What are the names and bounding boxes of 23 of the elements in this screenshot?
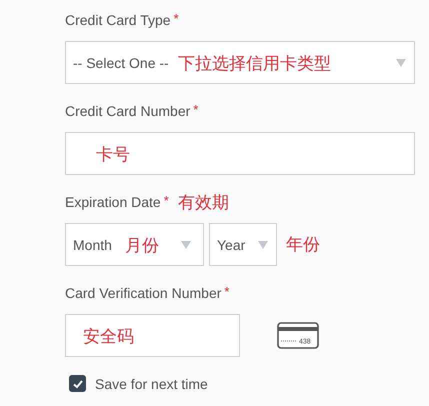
checkbox[interactable] <box>69 375 86 392</box>
annotation: 安全码 <box>83 326 134 348</box>
annotation: 有效期 <box>178 192 229 214</box>
caret-icon <box>258 240 268 248</box>
field-label: Credit Card Number <box>65 103 190 119</box>
select-field[interactable]: Year <box>209 223 277 266</box>
caret-icon <box>181 240 191 248</box>
checkbox-label[interactable]: Save for next time <box>95 376 208 392</box>
input-field[interactable] <box>65 132 415 175</box>
checkmark-icon <box>72 378 84 390</box>
field-label: Card Verification Number <box>65 285 222 301</box>
required-mark: * <box>193 102 198 117</box>
field-label: Credit Card Type <box>65 12 171 28</box>
field-label: Expiration Date <box>65 194 161 210</box>
annotation: 月份 <box>125 235 159 257</box>
annotation: 下拉选择信用卡类型 <box>178 53 331 75</box>
annotation: 卡号 <box>96 144 130 166</box>
input-field[interactable] <box>65 314 240 357</box>
caret-icon <box>396 58 406 66</box>
required-mark: * <box>164 193 169 208</box>
required-mark: * <box>174 11 179 26</box>
required-mark: * <box>224 284 230 299</box>
annotation: 年份 <box>286 234 320 256</box>
